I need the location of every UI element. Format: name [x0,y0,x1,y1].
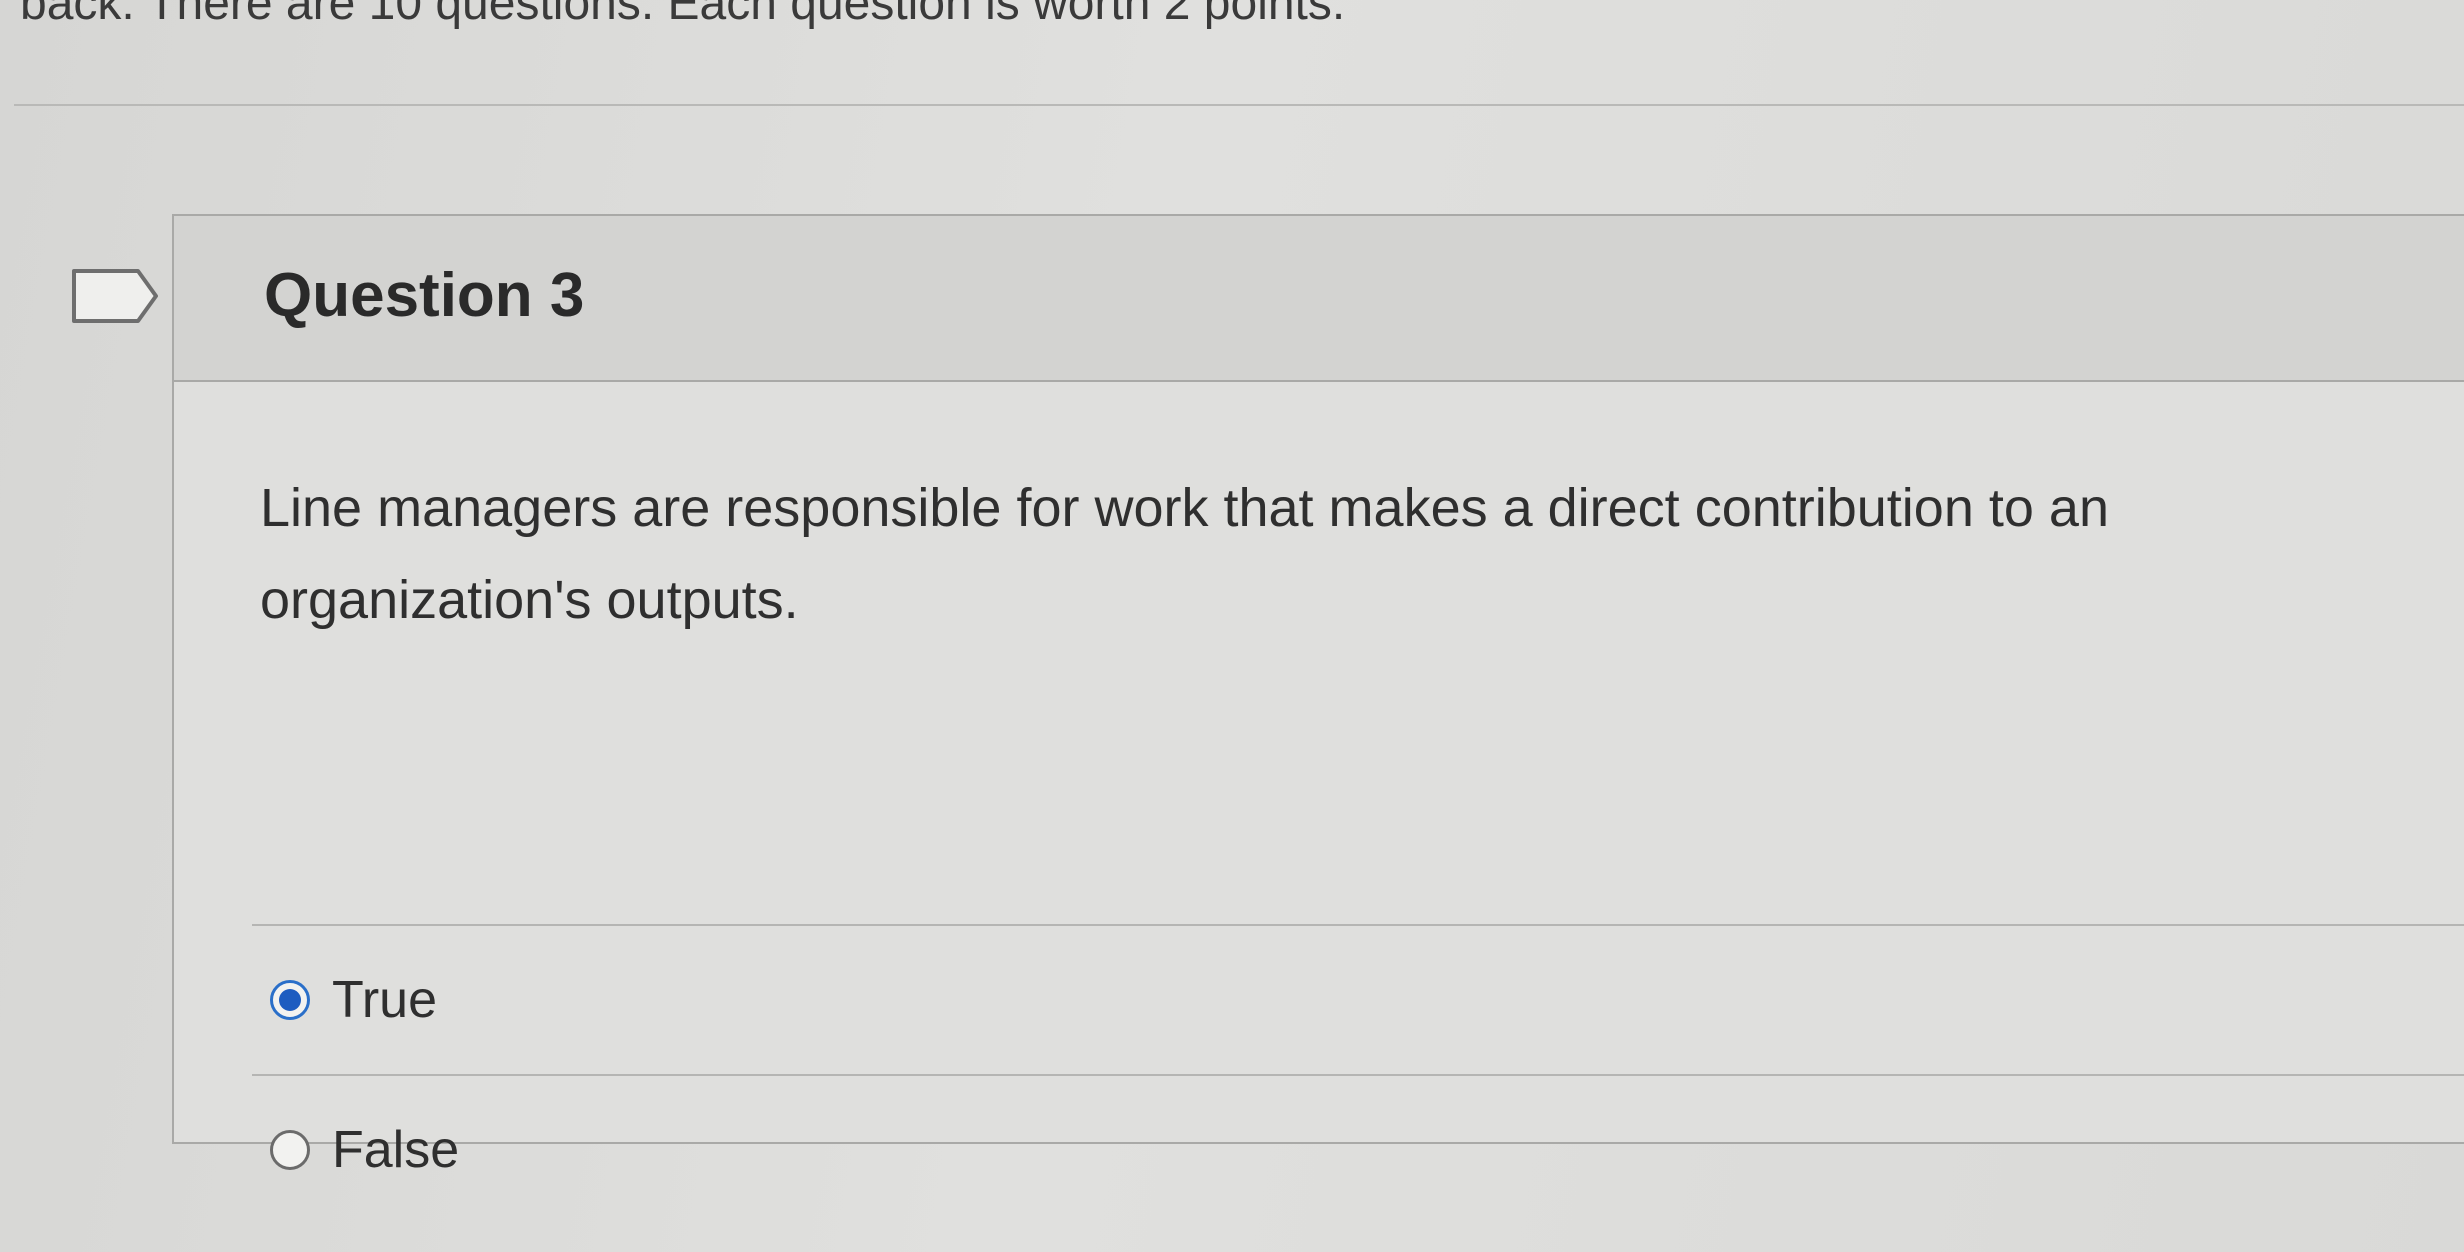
answer-label: True [332,971,437,1029]
radio-selected-icon[interactable] [270,980,310,1020]
question-body: Line managers are responsible for work t… [174,382,2464,1179]
question-text: Line managers are responsible for work t… [260,478,2109,630]
answer-option-true[interactable]: True [252,924,2464,1074]
flag-icon[interactable] [70,268,160,324]
question-card: Question 3 Line managers are responsible… [172,214,2464,1179]
answer-label: False [332,1121,460,1179]
answer-list: True False [252,924,2464,1224]
quiz-instructions: back. There are 10 questions. Each quest… [20,0,1346,30]
quiz-page: back. There are 10 questions. Each quest… [0,0,2464,1252]
instructions-divider [14,104,2464,106]
radio-unselected-icon[interactable] [270,1130,310,1170]
question-header: Question 3 [174,216,2464,382]
answer-option-false[interactable]: False [252,1074,2464,1224]
question-title: Question 3 [264,261,585,330]
